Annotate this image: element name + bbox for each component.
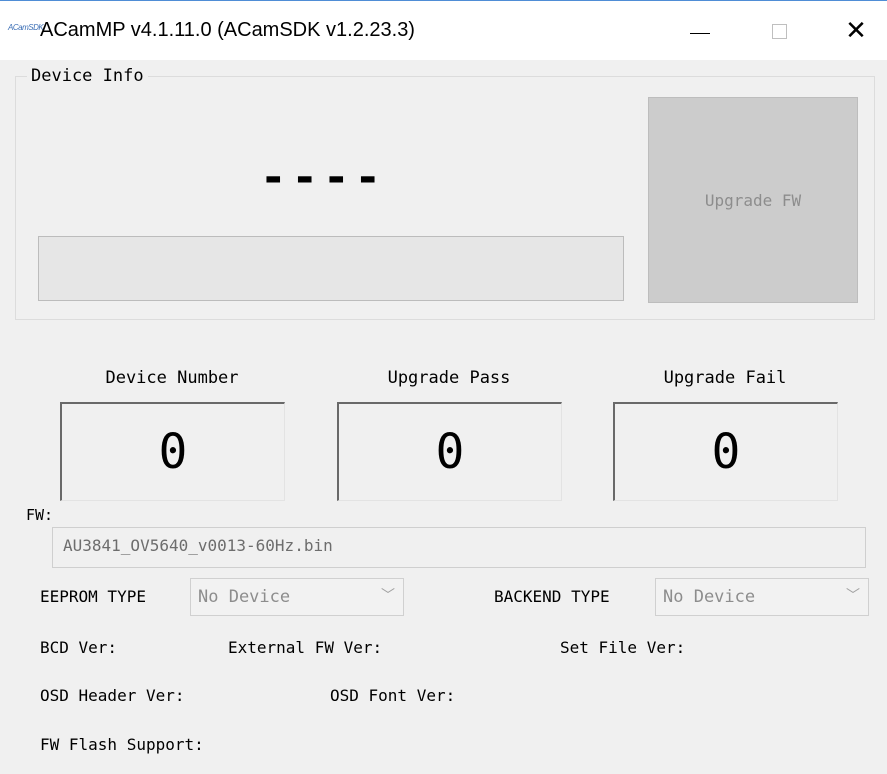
upgrade-pass-label: Upgrade Pass bbox=[387, 368, 511, 388]
maximize-icon bbox=[771, 23, 787, 39]
upgrade-fw-button[interactable]: Upgrade FW bbox=[648, 97, 858, 303]
maximize-button[interactable] bbox=[759, 15, 799, 47]
bcd-ver-label: BCD Ver: bbox=[40, 638, 118, 657]
upgrade-progress-bar bbox=[38, 236, 624, 301]
eeprom-type-select[interactable]: No Device ﹀ bbox=[190, 578, 404, 616]
app-logo-icon: ACamSDK bbox=[8, 23, 44, 32]
fw-flash-support-label: FW Flash Support: bbox=[40, 735, 204, 754]
external-fw-ver-label: External FW Ver: bbox=[228, 638, 383, 657]
device-info-label: Device Info bbox=[27, 66, 148, 86]
eeprom-type-value: No Device bbox=[198, 587, 291, 607]
fw-file-field[interactable]: AU3841_OV5640_v0013-60Hz.bin bbox=[52, 527, 866, 568]
title-bar: ACamSDK ACamMP v4.1.11.0 (ACamSDK v1.2.2… bbox=[0, 0, 887, 60]
close-button[interactable]: ✕ bbox=[836, 15, 876, 47]
minimize-icon bbox=[690, 32, 710, 34]
osd-header-ver-label: OSD Header Ver: bbox=[40, 686, 185, 705]
upgrade-fail-display: 0 bbox=[613, 402, 838, 501]
device-number-label: Device Number bbox=[105, 368, 239, 388]
upgrade-fail-label: Upgrade Fail bbox=[663, 368, 787, 388]
backend-type-select[interactable]: No Device ﹀ bbox=[655, 578, 869, 616]
window-title: ACamMP v4.1.11.0 (ACamSDK v1.2.23.3) bbox=[40, 19, 415, 41]
device-number-display: 0 bbox=[60, 402, 285, 501]
set-file-ver-label: Set File Ver: bbox=[560, 638, 686, 657]
backend-type-value: No Device bbox=[663, 587, 756, 607]
minimize-button[interactable] bbox=[680, 15, 720, 47]
device-status-text: ---- bbox=[260, 152, 386, 203]
chevron-down-icon: ﹀ bbox=[381, 588, 395, 604]
chevron-down-icon: ﹀ bbox=[846, 588, 860, 604]
close-icon: ✕ bbox=[845, 16, 867, 46]
fw-label: FW: bbox=[26, 506, 54, 524]
upgrade-pass-display: 0 bbox=[337, 402, 562, 501]
osd-font-ver-label: OSD Font Ver: bbox=[330, 686, 456, 705]
eeprom-type-label: EEPROM TYPE bbox=[40, 587, 146, 606]
backend-type-label: BACKEND TYPE bbox=[494, 587, 610, 606]
